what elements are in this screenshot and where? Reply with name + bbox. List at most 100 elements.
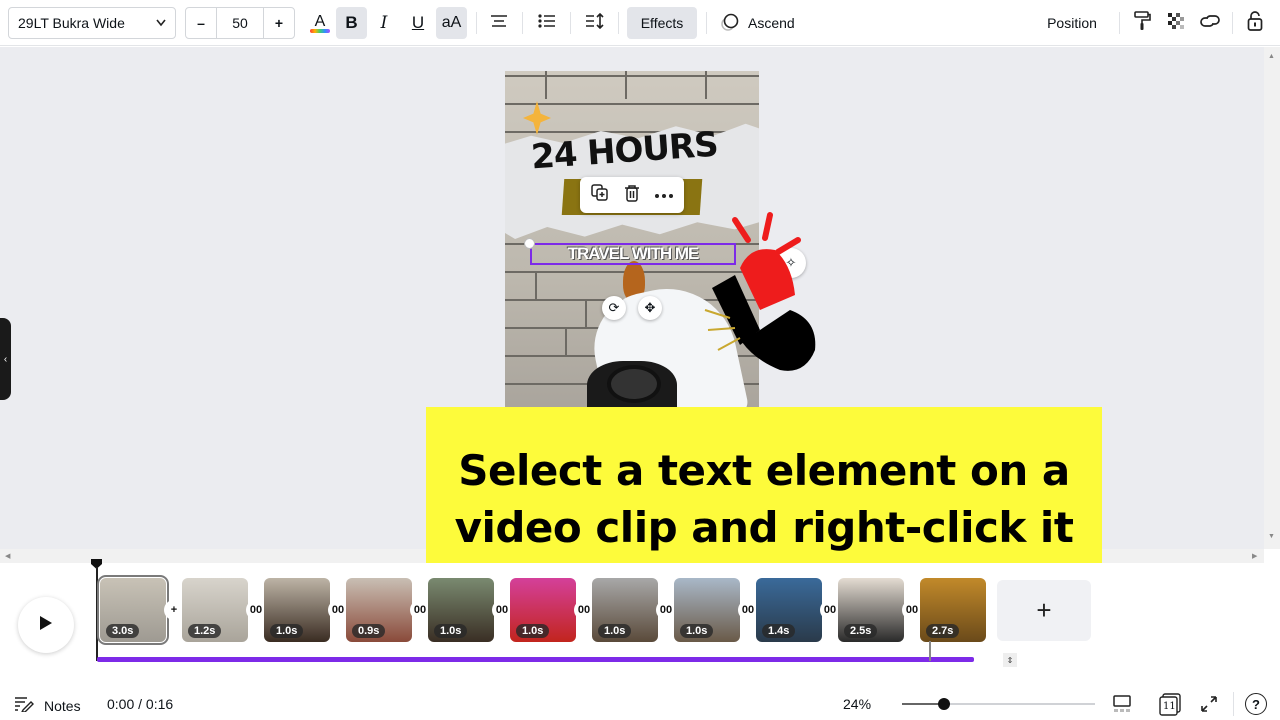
play-button[interactable] [18, 597, 74, 653]
transition-button[interactable]: 00 [246, 600, 266, 620]
font-size-stepper: – 50 + [185, 7, 295, 39]
scroll-up-icon[interactable]: ▲ [1268, 53, 1275, 60]
transition-button[interactable]: 00 [902, 600, 922, 620]
transparency-button[interactable] [1162, 7, 1190, 39]
more-options-button[interactable] [651, 182, 677, 208]
sparkle-sticker[interactable] [523, 101, 551, 135]
resize-handle[interactable] [524, 238, 535, 249]
timeline-clip[interactable]: 1.4s [756, 578, 822, 642]
transition-button[interactable]: 00 [410, 600, 430, 620]
timeline-clip[interactable]: 2.7s [920, 578, 986, 642]
font-family-value: 29LT Bukra Wide [18, 15, 125, 31]
delete-button[interactable] [619, 182, 645, 208]
thumbnail-view-icon [1112, 695, 1132, 717]
link-button[interactable] [1196, 7, 1224, 39]
chevron-down-icon [155, 8, 167, 49]
timeline-clip[interactable]: 1.0s [674, 578, 740, 642]
timeline-clip[interactable]: 1.0s [264, 578, 330, 642]
lock-icon [1247, 10, 1263, 36]
transition-button[interactable]: 00 [492, 600, 512, 620]
decrease-font-size-button[interactable]: – [186, 8, 217, 38]
clip-duration: 1.0s [270, 624, 304, 638]
transition-button[interactable]: 00 [574, 600, 594, 620]
clip-duration: 1.4s [762, 624, 796, 638]
align-button[interactable] [484, 7, 514, 39]
play-icon [39, 615, 53, 636]
align-center-icon [490, 14, 508, 32]
timeline-clip[interactable]: 1.0s [428, 578, 494, 642]
transition-button[interactable]: 00 [328, 600, 348, 620]
toolbar-divider [1119, 12, 1120, 34]
help-button[interactable]: ? [1245, 693, 1267, 715]
add-transition-button[interactable]: + [164, 600, 184, 620]
grid-view-button[interactable]: 11 [1158, 692, 1182, 716]
duplicate-button[interactable] [587, 182, 613, 208]
underline-button[interactable]: U [404, 7, 432, 39]
effects-button[interactable]: Effects [627, 7, 697, 39]
timeline-clip[interactable]: 1.0s [592, 578, 658, 642]
move-button[interactable]: ✥ [638, 296, 662, 320]
color-bar [310, 28, 330, 33]
toolbar-divider [706, 12, 707, 34]
transparency-icon [1166, 11, 1186, 35]
font-size-input[interactable]: 50 [217, 8, 264, 38]
expand-vertical-icon: ⇕ [1006, 655, 1014, 665]
playback-time: 0:00 / 0:16 [107, 696, 174, 712]
copy-style-button[interactable] [1128, 7, 1156, 39]
spacing-icon [585, 12, 605, 33]
trash-icon [624, 184, 640, 207]
clip-duration: 1.0s [680, 624, 714, 638]
toolbar-divider [522, 12, 523, 34]
zoom-percent[interactable]: 24% [843, 696, 871, 712]
burst-line [762, 212, 773, 241]
timeline-clip[interactable]: 2.5s [838, 578, 904, 642]
toolbar-divider [476, 12, 477, 34]
chevron-left-icon: ‹ [3, 353, 8, 365]
page-count: 11 [1163, 701, 1176, 712]
scroll-right-icon[interactable]: ▶ [1252, 552, 1257, 560]
animate-button[interactable]: Ascend [716, 7, 806, 39]
transition-button[interactable]: 00 [820, 600, 840, 620]
timeline-clip[interactable]: 1.0s [510, 578, 576, 642]
expand-timeline-button[interactable]: ⇕ [1003, 653, 1017, 667]
text-color-button[interactable]: A [305, 7, 335, 39]
increase-font-size-button[interactable]: + [264, 8, 294, 38]
audio-track[interactable] [97, 657, 974, 662]
letter-case-button[interactable]: aA [436, 7, 467, 39]
clip-duration: 2.5s [844, 624, 878, 638]
element-context-toolbar [580, 177, 684, 213]
link-icon [1199, 13, 1221, 33]
timeline-clip[interactable]: 0.9s [346, 578, 412, 642]
transition-button[interactable]: 00 [656, 600, 676, 620]
notes-icon [14, 696, 34, 715]
mouse-button-red [740, 249, 795, 310]
scroll-down-icon[interactable]: ▼ [1268, 533, 1275, 540]
brick-line [535, 271, 537, 299]
more-icon [654, 186, 674, 204]
fullscreen-button[interactable] [1200, 695, 1218, 716]
timeline-clip[interactable]: 3.0s [97, 575, 169, 645]
add-clip-button[interactable]: + [997, 580, 1091, 641]
italic-button[interactable]: I [370, 7, 398, 39]
clip-duration: 1.0s [598, 624, 632, 638]
spacing-button[interactable] [580, 7, 610, 39]
notes-button[interactable]: Notes [14, 696, 81, 715]
rotate-button[interactable]: ⟳ [602, 296, 626, 320]
playhead-line[interactable] [96, 567, 98, 661]
lock-button[interactable] [1242, 7, 1268, 39]
timeline-clip[interactable]: 1.2s [182, 578, 248, 642]
transition-button[interactable]: 00 [738, 600, 758, 620]
font-family-dropdown[interactable]: 29LT Bukra Wide [8, 7, 176, 39]
bold-button[interactable]: B [336, 7, 367, 39]
page-view-button[interactable] [1112, 694, 1132, 717]
collapse-panel-button[interactable]: ‹ [0, 318, 11, 400]
duplicate-icon [591, 183, 609, 207]
brick-line [565, 327, 567, 355]
scroll-left-icon[interactable]: ◀ [5, 552, 10, 560]
position-button[interactable]: Position [1036, 7, 1108, 39]
vertical-scrollbar[interactable]: ▲ ▼ [1264, 47, 1280, 549]
list-button[interactable] [532, 7, 562, 39]
expand-icon [1200, 696, 1218, 716]
click-cursor-sticker [704, 212, 816, 371]
text-color-icon: A [314, 12, 326, 30]
